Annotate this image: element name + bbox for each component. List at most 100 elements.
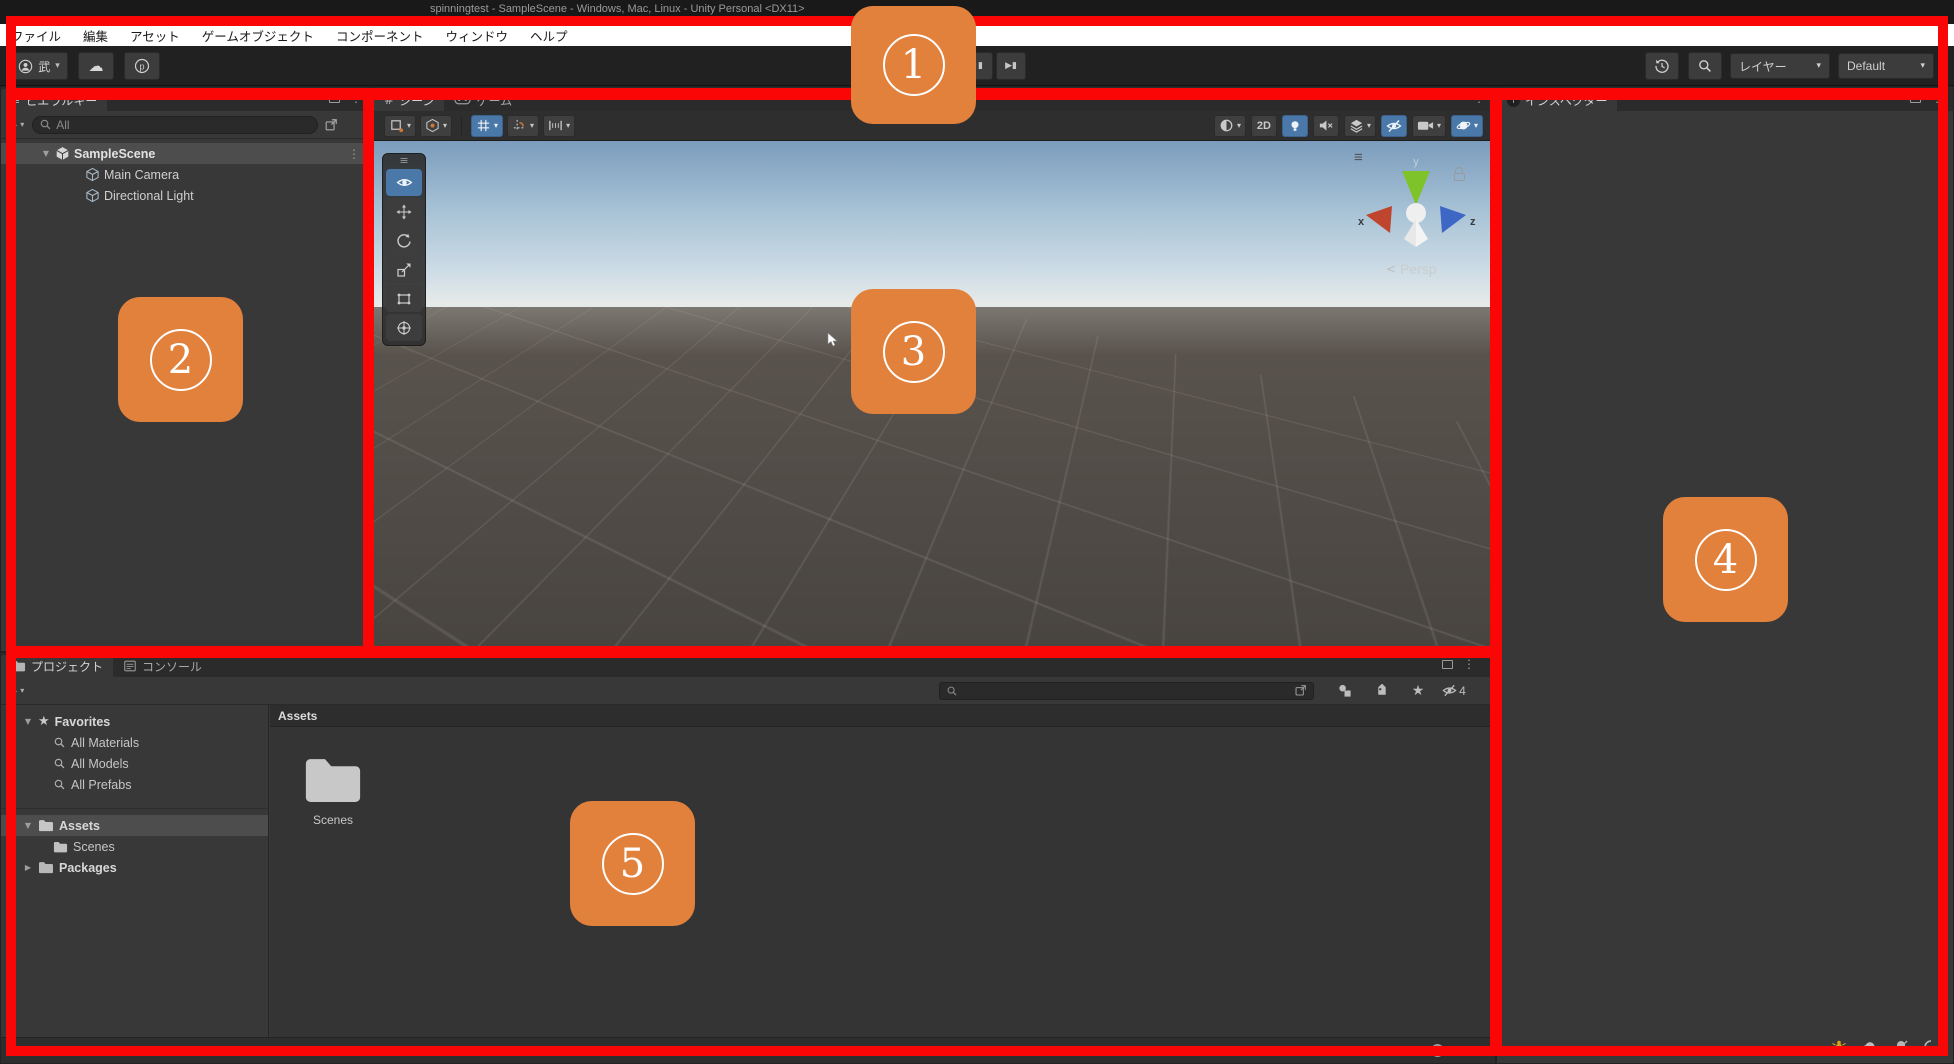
draw-mode-button[interactable]: ▾ bbox=[1214, 115, 1246, 137]
menu-window[interactable]: ウィンドウ bbox=[434, 24, 519, 46]
rect-tool-button[interactable] bbox=[386, 285, 422, 312]
open-in-window-icon[interactable] bbox=[1294, 684, 1307, 697]
hierarchy-item-directional-light[interactable]: Directional Light bbox=[1, 185, 372, 206]
annotation-box-left-edge bbox=[6, 16, 16, 1056]
tree-item-assets[interactable]: ▼ Assets bbox=[1, 815, 268, 836]
tree-item-label: All Models bbox=[71, 757, 129, 771]
saved-searches-button[interactable]: ★ bbox=[1405, 680, 1431, 701]
mouse-cursor bbox=[826, 333, 840, 347]
asset-folder-scenes[interactable]: Scenes bbox=[288, 755, 378, 827]
tree-item-label: Scenes bbox=[73, 840, 115, 854]
person-icon bbox=[18, 59, 33, 74]
annotation-box-bottom-edge bbox=[6, 1046, 1948, 1056]
grid-visibility-button[interactable]: ▾ bbox=[471, 115, 503, 137]
annotation-badge-2: 2 bbox=[118, 297, 243, 422]
tree-item-all-materials[interactable]: All Materials bbox=[1, 732, 268, 753]
hierarchy-item-scene[interactable]: ▼ SampleScene ⋮ bbox=[1, 143, 372, 164]
annotation-box-top-edge bbox=[6, 16, 1948, 26]
account-button[interactable]: 武 ▾ bbox=[10, 52, 68, 80]
pivot-mode-button[interactable]: ▾ bbox=[420, 115, 452, 137]
drag-handle-icon[interactable]: ≡ bbox=[399, 157, 408, 167]
tree-item-all-models[interactable]: All Models bbox=[1, 753, 268, 774]
effects-dropdown-button[interactable]: ▾ bbox=[1344, 115, 1376, 137]
chevron-down-icon: ▾ bbox=[1237, 121, 1241, 130]
undo-history-button[interactable] bbox=[1645, 52, 1679, 80]
layout-dropdown[interactable]: Default ▾ bbox=[1838, 53, 1934, 79]
search-by-type-button[interactable] bbox=[1331, 680, 1357, 701]
search-icon bbox=[53, 757, 66, 770]
step-button[interactable]: ▶▮ bbox=[996, 52, 1026, 80]
menu-gameobject[interactable]: ゲームオブジェクト bbox=[191, 24, 325, 46]
unity-editor-window: spinningtest - SampleScene - Windows, Ma… bbox=[0, 0, 1954, 1064]
tool-settings-button[interactable]: ▾ bbox=[384, 115, 416, 137]
hierarchy-item-label: Main Camera bbox=[104, 168, 179, 182]
tree-item-all-prefabs[interactable]: All Prefabs bbox=[1, 774, 268, 795]
perspective-toggle[interactable]: < Persp bbox=[1386, 261, 1437, 277]
hierarchy-item-label: SampleScene bbox=[74, 147, 155, 161]
divider bbox=[1, 795, 268, 809]
lighting-toggle-button[interactable] bbox=[1282, 115, 1308, 137]
chevron-down-icon: ▾ bbox=[20, 120, 24, 129]
scale-tool-button[interactable] bbox=[386, 256, 422, 283]
hierarchy-item-main-camera[interactable]: Main Camera bbox=[1, 164, 372, 185]
cube-icon bbox=[85, 188, 100, 203]
camera-settings-button[interactable]: ▾ bbox=[1412, 115, 1446, 137]
project-window-controls: ⋮ bbox=[1442, 657, 1475, 671]
menu-component[interactable]: コンポーネント bbox=[325, 24, 435, 46]
cloud-services-button[interactable]: ☁ bbox=[78, 52, 114, 80]
menu-assets[interactable]: アセット bbox=[119, 24, 191, 46]
kebab-menu-icon[interactable]: ⋮ bbox=[348, 147, 360, 161]
hidden-packages-button[interactable]: 4 bbox=[1441, 680, 1467, 701]
grid-snapping-button[interactable]: ▾ bbox=[507, 115, 539, 137]
step-icon: ▶▮ bbox=[1005, 61, 1017, 71]
search-everything-button[interactable] bbox=[1688, 52, 1722, 80]
tree-item-packages[interactable]: ▶ Packages bbox=[1, 857, 268, 878]
search-icon bbox=[53, 736, 66, 749]
unity-scene-icon bbox=[55, 146, 70, 161]
layers-dropdown[interactable]: レイヤー ▾ bbox=[1730, 53, 1830, 79]
hierarchy-open-search-button[interactable] bbox=[324, 118, 338, 132]
star-icon: ★ bbox=[1412, 683, 1425, 699]
tab-console[interactable]: コンソール bbox=[113, 655, 212, 677]
folder-icon bbox=[38, 861, 54, 874]
tree-item-favorites[interactable]: ▼ ★ Favorites bbox=[1, 711, 268, 732]
search-icon bbox=[39, 118, 52, 131]
scene-visibility-button[interactable] bbox=[1381, 115, 1407, 137]
gizmos-button[interactable]: ▾ bbox=[1451, 115, 1483, 137]
search-by-label-button[interactable] bbox=[1369, 680, 1395, 701]
tree-item-scenes[interactable]: Scenes bbox=[1, 836, 268, 857]
hierarchy-search-input[interactable]: All bbox=[32, 116, 318, 134]
expander-icon[interactable]: ▼ bbox=[41, 149, 51, 158]
annotation-divider-project bbox=[6, 646, 1502, 658]
tab-project[interactable]: プロジェクト bbox=[1, 655, 113, 677]
tree-item-label: All Materials bbox=[71, 736, 139, 750]
transform-tool-button[interactable] bbox=[386, 314, 422, 341]
perspective-label: Persp bbox=[1400, 261, 1437, 277]
plastic-scm-button[interactable] bbox=[124, 52, 160, 80]
gizmo-x-label: x bbox=[1358, 216, 1365, 228]
maximize-icon[interactable] bbox=[1442, 660, 1453, 669]
project-search-input[interactable] bbox=[939, 682, 1314, 700]
assets-grid[interactable]: Scenes bbox=[270, 727, 1495, 1037]
kebab-menu-icon[interactable]: ⋮ bbox=[1463, 657, 1475, 671]
chevron-down-icon: ▾ bbox=[1816, 61, 1821, 71]
chevron-down-icon: ▾ bbox=[20, 686, 24, 695]
menu-help[interactable]: ヘルプ bbox=[519, 24, 579, 46]
snap-increment-button[interactable]: ▾ bbox=[543, 115, 575, 137]
expander-icon[interactable]: ▼ bbox=[23, 821, 33, 830]
menu-edit[interactable]: 編集 bbox=[72, 24, 119, 46]
2d-toggle-button[interactable]: 2D bbox=[1251, 115, 1277, 137]
expander-icon[interactable]: ▶ bbox=[23, 863, 33, 872]
view-tool-button[interactable] bbox=[386, 169, 422, 196]
chevron-down-icon: ▾ bbox=[494, 121, 498, 130]
audio-mute-button[interactable] bbox=[1313, 115, 1339, 137]
annotation-badge-3: 3 bbox=[851, 289, 976, 414]
orientation-gizmo[interactable]: y x z bbox=[1346, 151, 1486, 271]
chevron-left-icon: < bbox=[1386, 262, 1396, 276]
main-toolbar: 武 ▾ ☁ ▶ ▮▮ ▶▮ レイヤー ▾ Default bbox=[0, 46, 1954, 86]
expander-icon[interactable]: ▼ bbox=[23, 717, 33, 726]
project-panel: プロジェクト コンソール ⋮ + ▾ ★ bbox=[0, 652, 1496, 1064]
annotation-badge-4: 4 bbox=[1663, 497, 1788, 622]
rotate-tool-button[interactable] bbox=[386, 227, 422, 254]
move-tool-button[interactable] bbox=[386, 198, 422, 225]
